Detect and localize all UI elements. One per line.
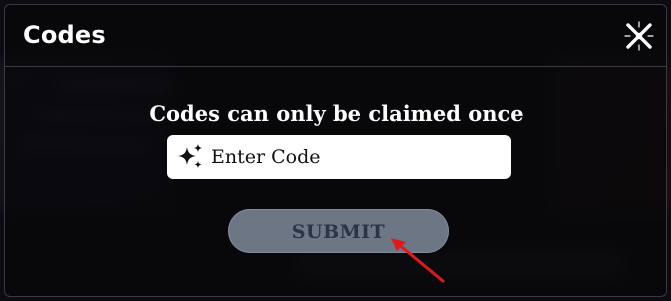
close-button[interactable]	[622, 19, 656, 53]
code-input[interactable]	[211, 135, 501, 179]
sparkles-icon	[178, 144, 202, 168]
code-field[interactable]	[167, 135, 511, 179]
modal-title: Codes	[23, 21, 106, 49]
modal-header: Codes	[5, 5, 666, 67]
close-icon	[624, 21, 654, 51]
claim-once-notice: Codes can only be claimed once	[149, 101, 524, 126]
codes-modal: Codes Codes can only be claimed once Ent…	[4, 4, 667, 297]
game-screen: Codes Codes can only be claimed once Ent…	[0, 0, 671, 301]
submit-button[interactable]: SUBMIT	[228, 209, 449, 253]
